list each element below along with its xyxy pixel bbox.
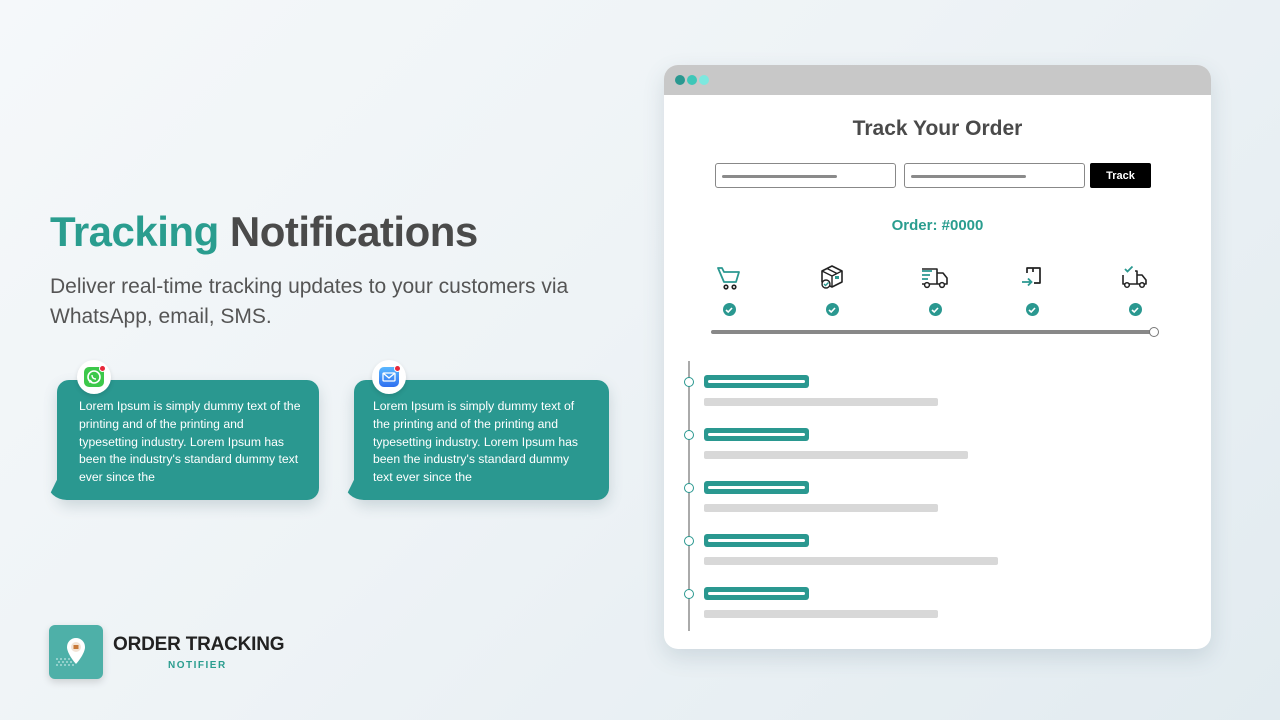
timeline-node [684, 589, 694, 599]
email-notification-bubble: Lorem Ipsum is simply dummy text of the … [354, 360, 609, 500]
app-logo [49, 625, 103, 679]
step-ordered [709, 263, 749, 316]
timeline-title-placeholder [704, 375, 809, 388]
step-check-icon [1025, 303, 1039, 316]
timeline-desc-placeholder [704, 504, 938, 512]
notification-dot [99, 365, 106, 372]
order-number-input[interactable] [715, 163, 896, 188]
headline-accent: Tracking [50, 208, 219, 255]
tracking-page-mockup: Track Your Order Track Order: #0000 [664, 65, 1211, 649]
page-headline: Tracking Notifications [50, 208, 478, 256]
map-pin-icon [56, 638, 85, 666]
whatsapp-notification-bubble: Lorem Ipsum is simply dummy text of the … [57, 360, 319, 500]
timeline-node [684, 483, 694, 493]
timeline-item [664, 586, 1211, 626]
timeline-title-placeholder [704, 481, 809, 494]
notification-text: Lorem Ipsum is simply dummy text of the … [79, 399, 301, 485]
timeline-title-placeholder [704, 534, 809, 547]
timeline-node [684, 377, 694, 387]
brand-name: ORDER TRACKING [113, 634, 285, 655]
timeline-node [684, 536, 694, 546]
cart-icon [717, 267, 740, 290]
step-shipped [915, 263, 955, 316]
timeline-title-placeholder [704, 428, 809, 441]
arrive-icon [1022, 267, 1041, 287]
delivered-truck-icon [1122, 265, 1147, 289]
brand-subtitle: NOTIFIER [168, 660, 227, 671]
track-button[interactable]: Track [1090, 163, 1151, 188]
notification-dot [394, 365, 401, 372]
headline-rest: Notifications [229, 208, 478, 255]
package-icon [821, 265, 843, 289]
step-check-icon [722, 303, 736, 316]
email-input[interactable] [904, 163, 1085, 188]
timeline-title-placeholder [704, 587, 809, 600]
whatsapp-badge [77, 360, 111, 394]
progress-bar [711, 327, 1159, 337]
step-delivered [1115, 263, 1155, 316]
page-subtitle: Deliver real-time tracking updates to yo… [50, 275, 569, 328]
window-dot [675, 75, 685, 85]
progress-knob [1149, 327, 1159, 337]
window-dot [687, 75, 697, 85]
step-packed [812, 263, 852, 316]
delivery-truck-icon [922, 268, 948, 289]
timeline-item [664, 374, 1211, 414]
timeline-desc-placeholder [704, 557, 998, 565]
step-check-icon [825, 303, 839, 316]
window-titlebar [664, 65, 1211, 95]
order-number-label: Order: #0000 [891, 217, 984, 234]
timeline-item [664, 480, 1211, 520]
timeline-desc-placeholder [704, 398, 938, 406]
step-check-icon [1128, 303, 1142, 316]
timeline-node [684, 430, 694, 440]
timeline-desc-placeholder [704, 610, 938, 618]
step-arrived [1012, 263, 1052, 316]
timeline-item [664, 427, 1211, 467]
window-dot [699, 75, 709, 85]
timeline-desc-placeholder [704, 451, 968, 459]
notification-text: Lorem Ipsum is simply dummy text of the … [373, 399, 579, 485]
track-order-title: Track Your Order [852, 117, 1023, 140]
timeline-item [664, 533, 1211, 573]
email-badge [372, 360, 406, 394]
step-check-icon [928, 303, 942, 316]
